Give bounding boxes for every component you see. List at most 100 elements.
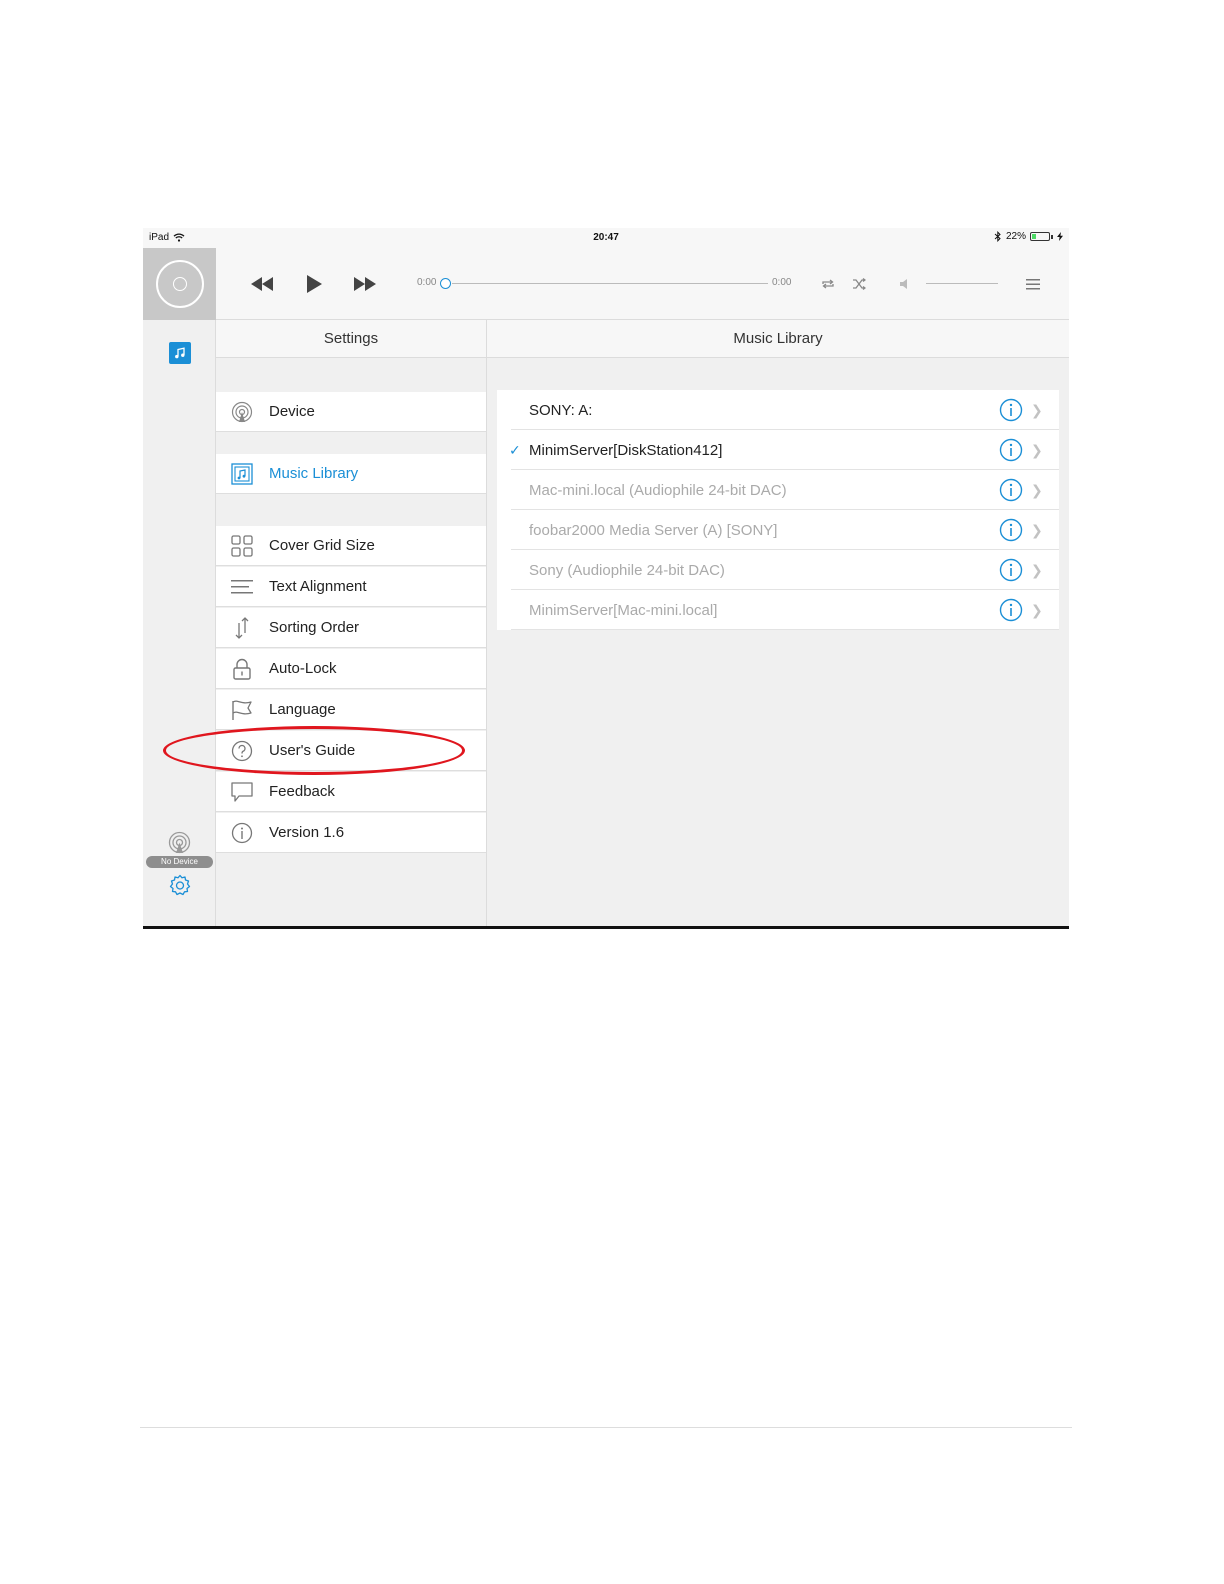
status-bar: iPad 20:47 22% xyxy=(143,228,1069,248)
lock-icon xyxy=(231,658,253,680)
volume-icon-button xyxy=(891,272,917,296)
settings-item-sorting-order[interactable]: Sorting Order xyxy=(216,608,486,648)
sort-icon xyxy=(231,616,253,639)
settings-item-label: Music Library xyxy=(269,465,359,482)
settings-item-version[interactable]: Version 1.6 xyxy=(216,813,486,853)
page-footer-rule xyxy=(140,1427,1072,1428)
library-server-row[interactable]: ✓ MinimServer[DiskStation412] ❯ xyxy=(497,430,1059,470)
previous-button[interactable] xyxy=(249,272,275,296)
chevron-right-icon: ❯ xyxy=(1031,401,1043,418)
server-name: Sony (Audiophile 24-bit DAC) xyxy=(529,561,725,579)
grid-icon xyxy=(231,534,253,557)
left-rail: No Device xyxy=(143,320,216,928)
play-icon xyxy=(306,275,322,293)
menu-icon xyxy=(1026,278,1040,289)
text-align-icon xyxy=(231,576,253,598)
duration-time: 0:00 xyxy=(772,277,792,288)
settings-panel: Settings Device Music Library Cover Grid… xyxy=(216,320,487,928)
speech-bubble-icon xyxy=(231,781,253,803)
library-server-row[interactable]: foobar2000 Media Server (A) [SONY] ❯ xyxy=(497,510,1059,550)
gear-icon xyxy=(169,874,191,896)
volume-slider[interactable] xyxy=(926,283,998,284)
fast-forward-icon xyxy=(354,277,376,291)
rewind-icon xyxy=(251,277,273,291)
library-server-row[interactable]: MinimServer[Mac-mini.local] ❯ xyxy=(497,590,1059,630)
settings-title: Settings xyxy=(216,320,486,358)
server-list: SONY: A: ❯ ✓ MinimServer[DiskStation412] ❯ Ma… xyxy=(497,390,1059,630)
settings-item-device[interactable]: Device xyxy=(216,392,486,432)
settings-item-label: Version 1.6 xyxy=(269,824,345,841)
rail-music-library-button[interactable] xyxy=(169,342,191,364)
bluetooth-icon xyxy=(994,231,1001,242)
info-icon[interactable] xyxy=(999,438,1023,462)
battery-percent: 22% xyxy=(1005,231,1026,242)
rail-settings-button[interactable] xyxy=(169,874,191,896)
info-icon[interactable] xyxy=(999,598,1023,622)
server-name: SONY: A: xyxy=(529,401,593,419)
info-icon[interactable] xyxy=(999,558,1023,582)
help-icon xyxy=(231,740,253,762)
battery-nub xyxy=(1051,234,1053,239)
album-art[interactable] xyxy=(143,248,216,320)
settings-item-label: Auto-Lock xyxy=(269,660,337,677)
progress-knob[interactable] xyxy=(440,278,451,289)
library-title: Music Library xyxy=(487,320,1069,358)
info-icon[interactable] xyxy=(999,478,1023,502)
settings-item-language[interactable]: Language xyxy=(216,690,486,730)
shuffle-button[interactable] xyxy=(846,272,872,296)
flag-icon xyxy=(231,699,253,721)
checkmark-icon: ✓ xyxy=(509,441,521,458)
library-server-row[interactable]: Mac-mini.local (Audiophile 24-bit DAC) ❯ xyxy=(497,470,1059,510)
music-note-icon xyxy=(175,347,185,359)
no-device-badge: No Device xyxy=(146,856,213,868)
info-icon xyxy=(231,822,253,844)
disc-icon xyxy=(155,260,204,308)
server-name: MinimServer[DiskStation412] xyxy=(529,441,723,459)
settings-item-label: Feedback xyxy=(269,783,335,800)
settings-item-label: Device xyxy=(269,403,315,420)
settings-item-cover-grid-size[interactable]: Cover Grid Size xyxy=(216,526,486,566)
settings-item-users-guide[interactable]: User's Guide xyxy=(216,731,486,771)
play-button[interactable] xyxy=(301,272,327,296)
repeat-icon xyxy=(822,279,834,289)
airplay-icon xyxy=(231,401,253,423)
server-name: MinimServer[Mac-mini.local] xyxy=(529,601,718,619)
progress-bar[interactable] xyxy=(452,283,768,284)
chevron-right-icon: ❯ xyxy=(1031,601,1043,618)
info-icon[interactable] xyxy=(999,398,1023,422)
chevron-right-icon: ❯ xyxy=(1031,441,1043,458)
settings-item-label: User's Guide xyxy=(269,742,356,759)
settings-item-feedback[interactable]: Feedback xyxy=(216,772,486,812)
music-library-panel: Music Library SONY: A: ❯ ✓ MinimServer[Disk… xyxy=(487,320,1069,928)
speaker-icon xyxy=(899,279,907,289)
rail-device-button[interactable] xyxy=(167,830,192,855)
shuffle-icon xyxy=(853,278,866,290)
settings-item-music-library[interactable]: Music Library xyxy=(216,454,486,494)
screen-bottom-rule xyxy=(143,926,1069,929)
chevron-right-icon: ❯ xyxy=(1031,561,1043,578)
library-server-row[interactable]: Sony (Audiophile 24-bit DAC) ❯ xyxy=(497,550,1059,590)
ipad-screen: iPad 20:47 22% 0:00 0:00 No Device Setti… xyxy=(143,228,1069,928)
battery-level xyxy=(1032,234,1036,239)
disc-hole xyxy=(172,277,187,291)
queue-menu-button[interactable] xyxy=(1020,272,1046,296)
settings-item-label: Text Alignment xyxy=(269,578,367,595)
status-time: 20:47 xyxy=(593,232,619,243)
settings-item-auto-lock[interactable]: Auto-Lock xyxy=(216,649,486,689)
next-button[interactable] xyxy=(352,272,378,296)
battery-icon xyxy=(1030,232,1050,241)
status-right: 22% xyxy=(994,231,1063,242)
library-server-row[interactable]: SONY: A: ❯ xyxy=(497,390,1059,430)
settings-item-text-alignment[interactable]: Text Alignment xyxy=(216,567,486,607)
server-name: Mac-mini.local (Audiophile 24-bit DAC) xyxy=(529,481,787,499)
server-name: foobar2000 Media Server (A) [SONY] xyxy=(529,521,778,539)
chevron-right-icon: ❯ xyxy=(1031,521,1043,538)
chevron-right-icon: ❯ xyxy=(1031,481,1043,498)
player-bar: 0:00 0:00 xyxy=(143,248,1069,320)
settings-item-label: Sorting Order xyxy=(269,619,360,636)
elapsed-time: 0:00 xyxy=(417,277,437,288)
info-icon[interactable] xyxy=(999,518,1023,542)
settings-item-label: Language xyxy=(269,701,336,718)
repeat-button[interactable] xyxy=(815,272,841,296)
music-library-icon xyxy=(231,462,253,485)
